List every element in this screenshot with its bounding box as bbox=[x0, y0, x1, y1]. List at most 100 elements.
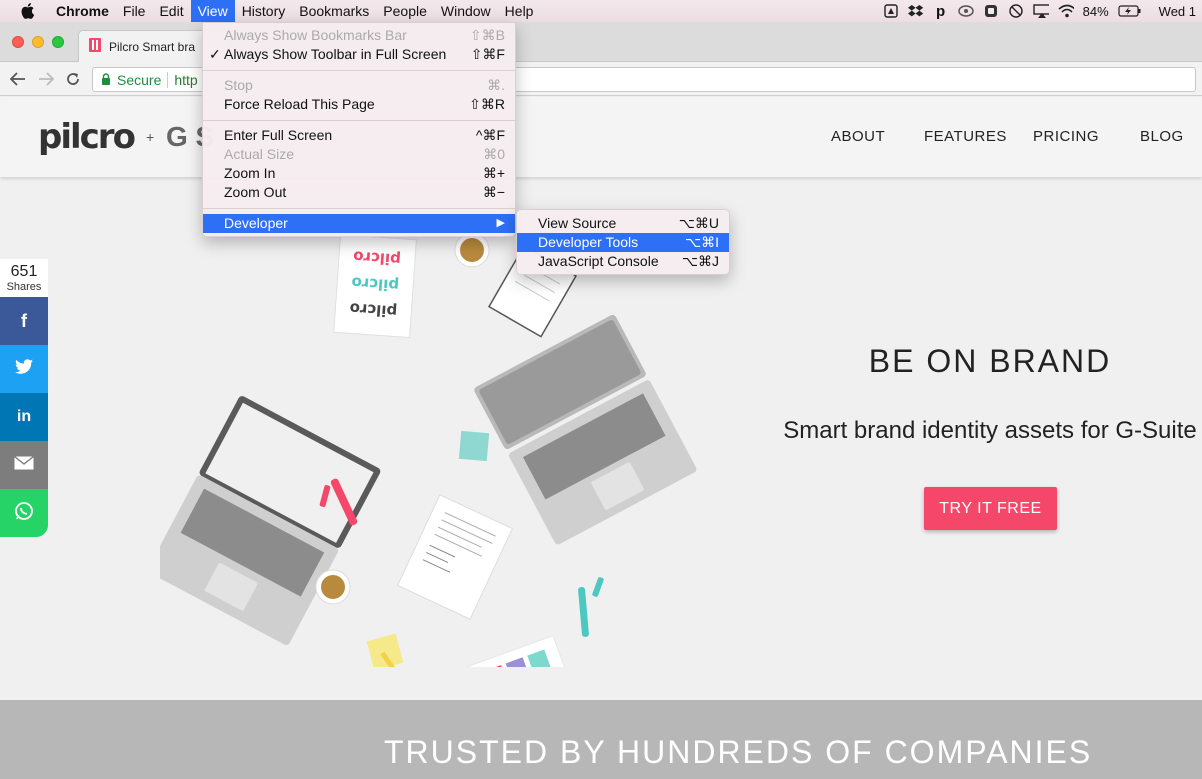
whatsapp-share-button[interactable] bbox=[0, 489, 48, 537]
menu-item-label: Enter Full Screen bbox=[224, 127, 333, 143]
menu-item-developer[interactable]: Developer ▶ bbox=[203, 214, 515, 233]
forward-arrow-icon[interactable] bbox=[37, 70, 55, 88]
menu-edit[interactable]: Edit bbox=[152, 0, 190, 22]
menu-item-shortcut: ⌘. bbox=[487, 77, 505, 93]
menu-item-stop[interactable]: Stop ⌘. bbox=[203, 76, 515, 95]
dropbox-icon[interactable] bbox=[907, 3, 924, 19]
menu-item-shortcut: ^⌘F bbox=[475, 127, 505, 143]
menu-history[interactable]: History bbox=[235, 0, 293, 22]
document-illustration bbox=[396, 494, 514, 620]
trusted-heading: TRUSTED BY HUNDREDS OF COMPANIES bbox=[384, 734, 1093, 770]
trusted-section: TRUSTED BY HUNDREDS OF COMPANIES bbox=[0, 700, 1202, 779]
nav-features[interactable]: FEATURES bbox=[924, 128, 1007, 145]
menu-item-actual-size[interactable]: Actual Size ⌘0 bbox=[203, 145, 515, 164]
site-header: pilcro + G S ABOUT FEATURES PRICING BLOG bbox=[0, 97, 1202, 177]
color-swatches-illustration bbox=[448, 634, 582, 667]
hero-illustration: pilcro pilcro pilcro bbox=[160, 232, 697, 667]
airplay-icon[interactable] bbox=[1032, 3, 1049, 19]
menu-item-label: Force Reload This Page bbox=[224, 96, 375, 112]
menu-item-always-show-bookmarks-bar[interactable]: Always Show Bookmarks Bar ⇧⌘B bbox=[203, 26, 515, 45]
url-text: http bbox=[174, 71, 198, 88]
menu-people[interactable]: People bbox=[376, 0, 434, 22]
checkmark-icon: ✓ bbox=[209, 46, 221, 62]
menu-item-label: Always Show Bookmarks Bar bbox=[224, 27, 407, 43]
menu-bookmarks[interactable]: Bookmarks bbox=[292, 0, 376, 22]
menu-separator bbox=[203, 120, 515, 121]
marker-illustration bbox=[592, 577, 604, 597]
hero-subtitle: Smart brand identity assets for G-Suite bbox=[783, 417, 1197, 444]
menu-window[interactable]: Window bbox=[434, 0, 498, 22]
do-not-disturb-icon[interactable] bbox=[1008, 3, 1024, 19]
menu-item-force-reload[interactable]: Force Reload This Page ⇧⌘R bbox=[203, 95, 515, 114]
menu-item-zoom-out[interactable]: Zoom Out ⌘− bbox=[203, 183, 515, 202]
omnibox-divider bbox=[167, 71, 169, 88]
email-icon bbox=[14, 455, 34, 475]
hero-title: BE ON BRAND bbox=[868, 343, 1112, 379]
menu-item-view-source[interactable]: View Source ⌥⌘U bbox=[517, 214, 729, 233]
sticker-logo-3: pilcro bbox=[349, 299, 398, 320]
menu-item-label: Developer bbox=[224, 215, 288, 231]
menu-help[interactable]: Help bbox=[498, 0, 541, 22]
menu-file[interactable]: File bbox=[116, 0, 153, 22]
menu-item-label: View Source bbox=[538, 215, 617, 231]
reload-icon[interactable] bbox=[64, 70, 82, 88]
email-share-button[interactable] bbox=[0, 441, 48, 489]
site-logo[interactable]: pilcro bbox=[38, 117, 136, 157]
minimize-window-button[interactable] bbox=[32, 36, 44, 48]
twitter-icon bbox=[15, 359, 33, 379]
nav-blog[interactable]: BLOG bbox=[1140, 128, 1184, 145]
facebook-share-button[interactable]: f bbox=[0, 297, 48, 345]
menu-item-label: JavaScript Console bbox=[538, 253, 659, 269]
menu-item-label: Zoom Out bbox=[224, 184, 287, 200]
linkedin-icon: in bbox=[16, 408, 32, 425]
coffee-cup-illustration bbox=[454, 232, 490, 268]
menu-item-shortcut: ⇧⌘B bbox=[469, 27, 505, 43]
apple-menu-icon[interactable] bbox=[0, 3, 56, 19]
linkedin-share-button[interactable]: in bbox=[0, 393, 48, 441]
menu-view[interactable]: View bbox=[190, 0, 235, 22]
menu-separator bbox=[203, 70, 515, 71]
menu-item-shortcut: ⌘0 bbox=[483, 146, 505, 162]
submenu-arrow-icon: ▶ bbox=[496, 217, 505, 229]
back-arrow-icon[interactable] bbox=[9, 70, 27, 88]
menu-item-always-show-toolbar[interactable]: ✓ Always Show Toolbar in Full Screen ⇧⌘F bbox=[203, 45, 515, 64]
pilcro-logo-card: pilcro pilcro pilcro bbox=[333, 233, 417, 339]
battery-icon[interactable] bbox=[1118, 3, 1142, 19]
tab-title: Pilcro Smart bra bbox=[109, 39, 196, 54]
zoom-window-button[interactable] bbox=[52, 36, 64, 48]
close-window-button[interactable] bbox=[12, 36, 24, 48]
menu-item-label: Stop bbox=[224, 77, 253, 93]
share-count: 651 bbox=[10, 263, 38, 280]
sticky-note-illustration bbox=[458, 430, 490, 462]
share-count-box: 651 Shares bbox=[0, 259, 48, 299]
twitter-share-button[interactable] bbox=[0, 345, 48, 393]
menu-item-shortcut: ⌥⌘I bbox=[684, 234, 719, 250]
menu-chrome[interactable]: Chrome bbox=[56, 0, 116, 22]
menu-item-label: Developer Tools bbox=[538, 234, 639, 250]
menu-item-javascript-console[interactable]: JavaScript Console ⌥⌘J bbox=[517, 252, 729, 271]
app-icon[interactable] bbox=[983, 3, 999, 19]
creative-cloud-icon[interactable] bbox=[957, 3, 974, 19]
view-menu: Always Show Bookmarks Bar ⇧⌘B ✓ Always S… bbox=[202, 22, 516, 237]
clock[interactable]: Wed 1 bbox=[1159, 4, 1196, 19]
drive-icon[interactable] bbox=[883, 3, 899, 19]
menu-item-shortcut: ⌘+ bbox=[482, 165, 505, 181]
pilcro-p-icon[interactable]: p bbox=[933, 3, 949, 20]
menu-item-developer-tools[interactable]: Developer Tools ⌥⌘I bbox=[517, 233, 729, 252]
sticker-logo-2: pilcro bbox=[351, 273, 400, 294]
macos-menu-bar: Chrome File Edit View History Bookmarks … bbox=[0, 0, 1202, 22]
menu-separator bbox=[203, 208, 515, 209]
nav-about[interactable]: ABOUT bbox=[831, 128, 885, 145]
try-it-free-button[interactable]: TRY IT FREE bbox=[924, 487, 1057, 530]
battery-percent: 84% bbox=[1082, 3, 1109, 19]
nav-pricing[interactable]: PRICING bbox=[1033, 128, 1099, 145]
browser-toolbar: Secure http bbox=[0, 62, 1202, 96]
laptop-illustration bbox=[474, 314, 697, 545]
menu-item-shortcut: ⇧⌘R bbox=[469, 96, 505, 112]
menu-item-zoom-in[interactable]: Zoom In ⌘+ bbox=[203, 164, 515, 183]
marker-illustration bbox=[578, 586, 589, 637]
wifi-icon[interactable] bbox=[1058, 3, 1074, 19]
menu-item-shortcut: ⇧⌘F bbox=[470, 46, 505, 62]
menu-item-enter-full-screen[interactable]: Enter Full Screen ^⌘F bbox=[203, 126, 515, 145]
menu-item-shortcut: ⌘− bbox=[482, 184, 505, 200]
